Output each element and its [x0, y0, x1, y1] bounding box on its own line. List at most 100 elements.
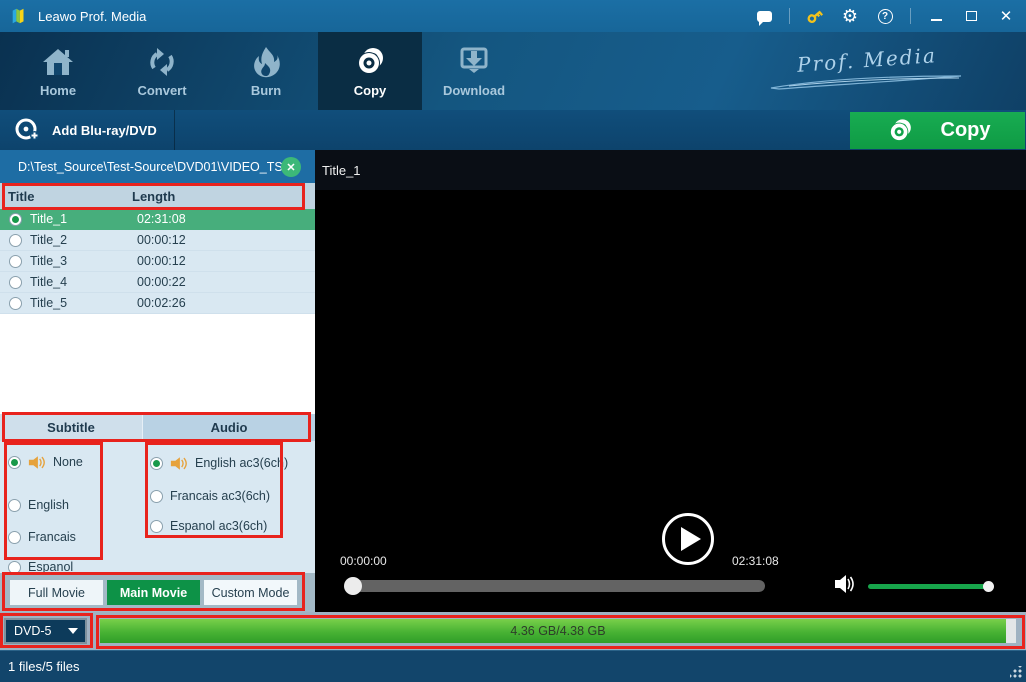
message-icon[interactable]	[754, 6, 774, 26]
add-button-label: Add Blu-ray/DVD	[52, 123, 157, 138]
capacity-label: 4.36 GB/4.38 GB	[100, 619, 1016, 643]
gear-icon[interactable]: ⚙	[840, 6, 860, 26]
nav-tab-burn[interactable]: Burn	[214, 32, 318, 110]
nav-tab-home[interactable]: Home	[6, 32, 110, 110]
radio-icon[interactable]	[150, 520, 163, 533]
row-length: 00:00:12	[137, 233, 186, 247]
title-table-header: Title Length	[0, 183, 315, 209]
tab-audio[interactable]: Audio	[143, 414, 315, 441]
column-length: Length	[132, 189, 175, 204]
audio-option-francais[interactable]: Francais ac3(6ch)	[150, 486, 288, 506]
key-icon[interactable]	[805, 6, 825, 26]
minimize-icon[interactable]	[926, 6, 946, 26]
table-row[interactable]: Title_3 00:00:12	[0, 251, 315, 272]
brand-text: Prof. Media	[796, 43, 937, 77]
video-preview: Title_1 00:00:00 02:31:08	[315, 150, 1026, 612]
volume-thumb[interactable]	[983, 581, 994, 592]
convert-icon	[144, 45, 180, 79]
nav-label: Copy	[354, 83, 387, 98]
subtitle-options: None English Francais Espanol	[8, 441, 83, 577]
add-disc-icon	[14, 117, 40, 143]
row-length: 00:00:12	[137, 254, 186, 268]
option-label: None	[53, 455, 83, 469]
title-list: Title_1 02:31:08 Title_2 00:00:12 Title_…	[0, 209, 315, 314]
radio-icon[interactable]	[8, 499, 21, 512]
nav-tab-download[interactable]: Download	[422, 32, 526, 110]
brand-logo: Prof. Media	[769, 48, 964, 90]
download-icon	[456, 45, 492, 79]
table-row[interactable]: Title_4 00:00:22	[0, 272, 315, 293]
remove-source-icon[interactable]: ✕	[281, 157, 301, 177]
copy-button-label: Copy	[941, 119, 991, 142]
nav-tab-copy[interactable]: Copy	[318, 32, 422, 110]
radio-selected-icon[interactable]	[8, 456, 21, 469]
help-icon[interactable]: ?	[875, 6, 895, 26]
row-title: Title_1	[22, 212, 137, 226]
row-length: 00:02:26	[137, 296, 186, 310]
play-button[interactable]	[662, 513, 714, 565]
seek-thumb[interactable]	[344, 577, 362, 595]
radio-icon[interactable]	[9, 297, 22, 310]
resize-grip-icon[interactable]	[1010, 666, 1022, 678]
radio-icon[interactable]	[9, 234, 22, 247]
speaker-icon	[28, 455, 46, 470]
disc-type-value: DVD-5	[6, 624, 68, 638]
toolbar: Add Blu-ray/DVD Copy	[0, 110, 1026, 150]
nav-tab-convert[interactable]: Convert	[110, 32, 214, 110]
nav-label: Download	[443, 83, 505, 98]
maximize-icon[interactable]	[961, 6, 981, 26]
custom-mode-button[interactable]: Custom Mode	[204, 580, 297, 605]
radio-icon[interactable]	[9, 276, 22, 289]
main-navigation: Home Convert Burn	[0, 32, 1026, 110]
radio-icon[interactable]	[8, 531, 21, 544]
radio-icon[interactable]	[8, 561, 21, 574]
volume-slider[interactable]	[868, 584, 992, 589]
subtitle-option-francais[interactable]: Francais	[8, 527, 83, 547]
option-label: Espanol	[28, 560, 73, 574]
leawo-logo-icon	[10, 7, 28, 25]
preview-header: Title_1	[315, 150, 1026, 190]
titlebar-separator	[789, 8, 790, 24]
table-row[interactable]: Title_1 02:31:08	[0, 209, 315, 230]
row-title: Title_5	[22, 296, 137, 310]
preview-title: Title_1	[315, 163, 361, 178]
table-row[interactable]: Title_2 00:00:12	[0, 230, 315, 251]
radio-icon[interactable]	[9, 255, 22, 268]
speaker-icon	[170, 456, 188, 471]
full-movie-button[interactable]: Full Movie	[10, 580, 103, 605]
seek-slider[interactable]	[345, 580, 765, 592]
track-options: None English Francais Espanol	[0, 441, 315, 573]
nav-label: Home	[40, 83, 76, 98]
titlebar: Leawo Prof. Media ⚙ ? ✕	[0, 0, 1026, 32]
option-label: Espanol ac3(6ch)	[170, 519, 267, 533]
row-length: 00:00:22	[137, 275, 186, 289]
disc-type-select[interactable]: DVD-5	[4, 618, 87, 644]
audio-option-english[interactable]: English ac3(6ch)	[150, 453, 288, 473]
duration: 02:31:08	[732, 554, 779, 568]
home-icon	[40, 45, 76, 79]
app-window: Leawo Prof. Media ⚙ ? ✕	[0, 0, 1026, 682]
option-label: Francais ac3(6ch)	[170, 489, 270, 503]
table-row[interactable]: Title_5 00:02:26	[0, 293, 315, 314]
copy-action-button[interactable]: Copy	[850, 112, 1025, 149]
source-path-bar: D:\Test_Source\Test-Source\DVD01\VIDEO_T…	[0, 150, 315, 183]
radio-selected-icon[interactable]	[9, 213, 22, 226]
volume-icon[interactable]	[834, 574, 856, 594]
list-empty-area	[0, 314, 315, 414]
subtitle-option-english[interactable]: English	[8, 495, 83, 515]
audio-option-espanol[interactable]: Espanol ac3(6ch)	[150, 516, 288, 536]
close-icon[interactable]: ✕	[996, 6, 1016, 26]
nav-label: Convert	[137, 83, 186, 98]
capacity-bar: 4.36 GB/4.38 GB	[100, 619, 1016, 643]
tab-subtitle[interactable]: Subtitle	[0, 414, 143, 441]
main-movie-button[interactable]: Main Movie	[107, 580, 200, 605]
subtitle-option-none[interactable]: None	[8, 452, 83, 472]
titlebar-separator	[910, 8, 911, 24]
nav-label: Burn	[251, 83, 281, 98]
radio-icon[interactable]	[150, 490, 163, 503]
statusbar: 1 files/5 files	[0, 650, 1026, 682]
add-bluray-dvd-button[interactable]: Add Blu-ray/DVD	[0, 110, 175, 150]
copy-disc-icon	[885, 116, 915, 146]
radio-selected-icon[interactable]	[150, 457, 163, 470]
play-icon	[681, 527, 701, 551]
